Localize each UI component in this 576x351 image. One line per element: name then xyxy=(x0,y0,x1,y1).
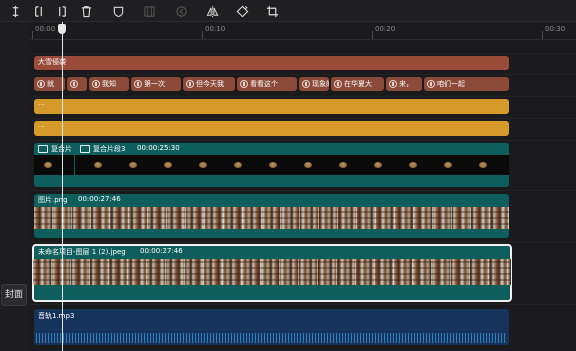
compound-icon xyxy=(38,145,48,153)
delete-icon[interactable] xyxy=(77,2,95,20)
thumbnail-frame xyxy=(409,162,417,168)
subtitle-clip[interactable]: 看看这个 xyxy=(237,77,297,91)
text-icon xyxy=(302,80,310,88)
image-thumbnail-strip xyxy=(34,207,509,229)
ruler-tick xyxy=(202,31,203,39)
clip-split-line xyxy=(74,155,75,175)
thumbnail-frame xyxy=(479,162,487,168)
freeze-frame-icon xyxy=(140,2,158,20)
text-icon xyxy=(427,80,435,88)
thumbnail-frame xyxy=(269,162,277,168)
playhead-handle[interactable] xyxy=(58,24,66,34)
compound-thumbnail-strip xyxy=(34,155,509,175)
thumbnail-frame xyxy=(444,162,452,168)
lane-divider xyxy=(30,242,576,243)
text-icon xyxy=(389,80,397,88)
image-clip[interactable]: 图片.png 00:00:27:46 xyxy=(34,194,509,238)
audio-clip-name: 音轨1.mp3 xyxy=(38,312,75,320)
thumbnail-frame xyxy=(199,162,207,168)
split-icon[interactable] xyxy=(6,2,24,20)
rotate-icon[interactable] xyxy=(233,2,251,20)
ruler-tick xyxy=(32,31,33,39)
subtitle-clip[interactable]: 但今天我 xyxy=(183,77,235,91)
text-clip[interactable]: 大雪侵袭 xyxy=(34,56,509,70)
text-icon xyxy=(240,80,248,88)
thumbnail-frame xyxy=(234,162,242,168)
ruler-tick-label: 00:00 xyxy=(35,25,56,33)
subtitle-clip[interactable]: 在华夏大 xyxy=(331,77,384,91)
text-icon xyxy=(334,80,342,88)
ruler-tick xyxy=(372,31,373,39)
mask-icon[interactable] xyxy=(109,2,127,20)
timeline-panel[interactable]: 00:00 00:10 00:20 00:30 大雪侵袭 就 我知 第一次 但今… xyxy=(30,22,576,351)
thumbnail-frame xyxy=(94,162,102,168)
image-clip-duration: 00:00:27:46 xyxy=(140,247,183,255)
track-gutter: 封面 xyxy=(0,22,30,351)
cover-button[interactable]: 封面 xyxy=(1,284,27,306)
subtitle-clip[interactable] xyxy=(67,77,87,91)
effect-clip[interactable]: ... xyxy=(34,121,509,136)
ruler-tick-label: 00:10 xyxy=(205,25,226,33)
text-icon xyxy=(134,80,142,88)
playhead[interactable] xyxy=(62,22,63,351)
thumbnail-frame xyxy=(44,162,52,168)
subtitle-clip[interactable]: 咱们一起 xyxy=(424,77,509,91)
lane-divider xyxy=(30,96,576,97)
mirror-icon[interactable] xyxy=(203,2,221,20)
thumbnail-frame xyxy=(304,162,312,168)
text-icon xyxy=(70,80,78,88)
lane-divider xyxy=(30,190,576,191)
effect-clip-label: ... xyxy=(38,121,45,129)
text-icon xyxy=(186,80,194,88)
image-thumbnail-strip xyxy=(33,259,511,285)
image-clip-name: 图片.png xyxy=(38,196,68,204)
text-icon xyxy=(37,80,45,88)
trim-right-icon[interactable] xyxy=(53,2,71,20)
subtitle-clip[interactable]: 现象的 xyxy=(299,77,329,91)
compound-clip-label-2: 复合片段3 xyxy=(93,145,126,153)
thumbnail-frame xyxy=(339,162,347,168)
compound-icon xyxy=(80,145,90,153)
thumbnail-frame xyxy=(374,162,382,168)
lane-divider xyxy=(30,118,576,119)
time-ruler[interactable]: 00:00 00:10 00:20 00:30 xyxy=(30,22,576,40)
subtitle-clip[interactable]: 就 xyxy=(34,77,65,91)
effect-clip-label: ... xyxy=(38,99,45,107)
lane-divider xyxy=(30,53,576,54)
thumbnail-frame xyxy=(164,162,172,168)
lane-divider xyxy=(30,74,576,75)
ruler-tick-label: 00:30 xyxy=(545,25,566,33)
compound-clip[interactable]: 复合片 复合片段3 00:00:25:30 xyxy=(34,143,509,187)
crop-icon[interactable] xyxy=(263,2,281,20)
trim-left-icon[interactable] xyxy=(29,2,47,20)
image-clip-selected[interactable]: 未命名项目-图层 1 (2).jpeg 00:00:27:46 xyxy=(32,244,512,302)
timeline-toolbar xyxy=(0,0,576,22)
ruler-tick xyxy=(542,31,543,39)
audio-clip[interactable]: 音轨1.mp3 xyxy=(34,309,509,345)
compound-clip-duration: 00:00:25:30 xyxy=(137,144,180,152)
subtitle-clip[interactable]: 来， xyxy=(386,77,422,91)
thumbnail-frame xyxy=(129,162,137,168)
lane-divider xyxy=(30,304,576,305)
ruler-tick-label: 00:20 xyxy=(375,25,396,33)
reverse-icon xyxy=(172,2,190,20)
lane-divider xyxy=(30,140,576,141)
image-clip-duration: 00:00:27:46 xyxy=(78,195,121,203)
subtitle-clip[interactable]: 第一次 xyxy=(131,77,181,91)
subtitle-clip[interactable]: 我知 xyxy=(89,77,129,91)
audio-waveform xyxy=(36,325,507,343)
effect-clip[interactable]: ... xyxy=(34,99,509,114)
image-clip-name: 未命名项目-图层 1 (2).jpeg xyxy=(38,248,126,256)
text-icon xyxy=(92,80,100,88)
